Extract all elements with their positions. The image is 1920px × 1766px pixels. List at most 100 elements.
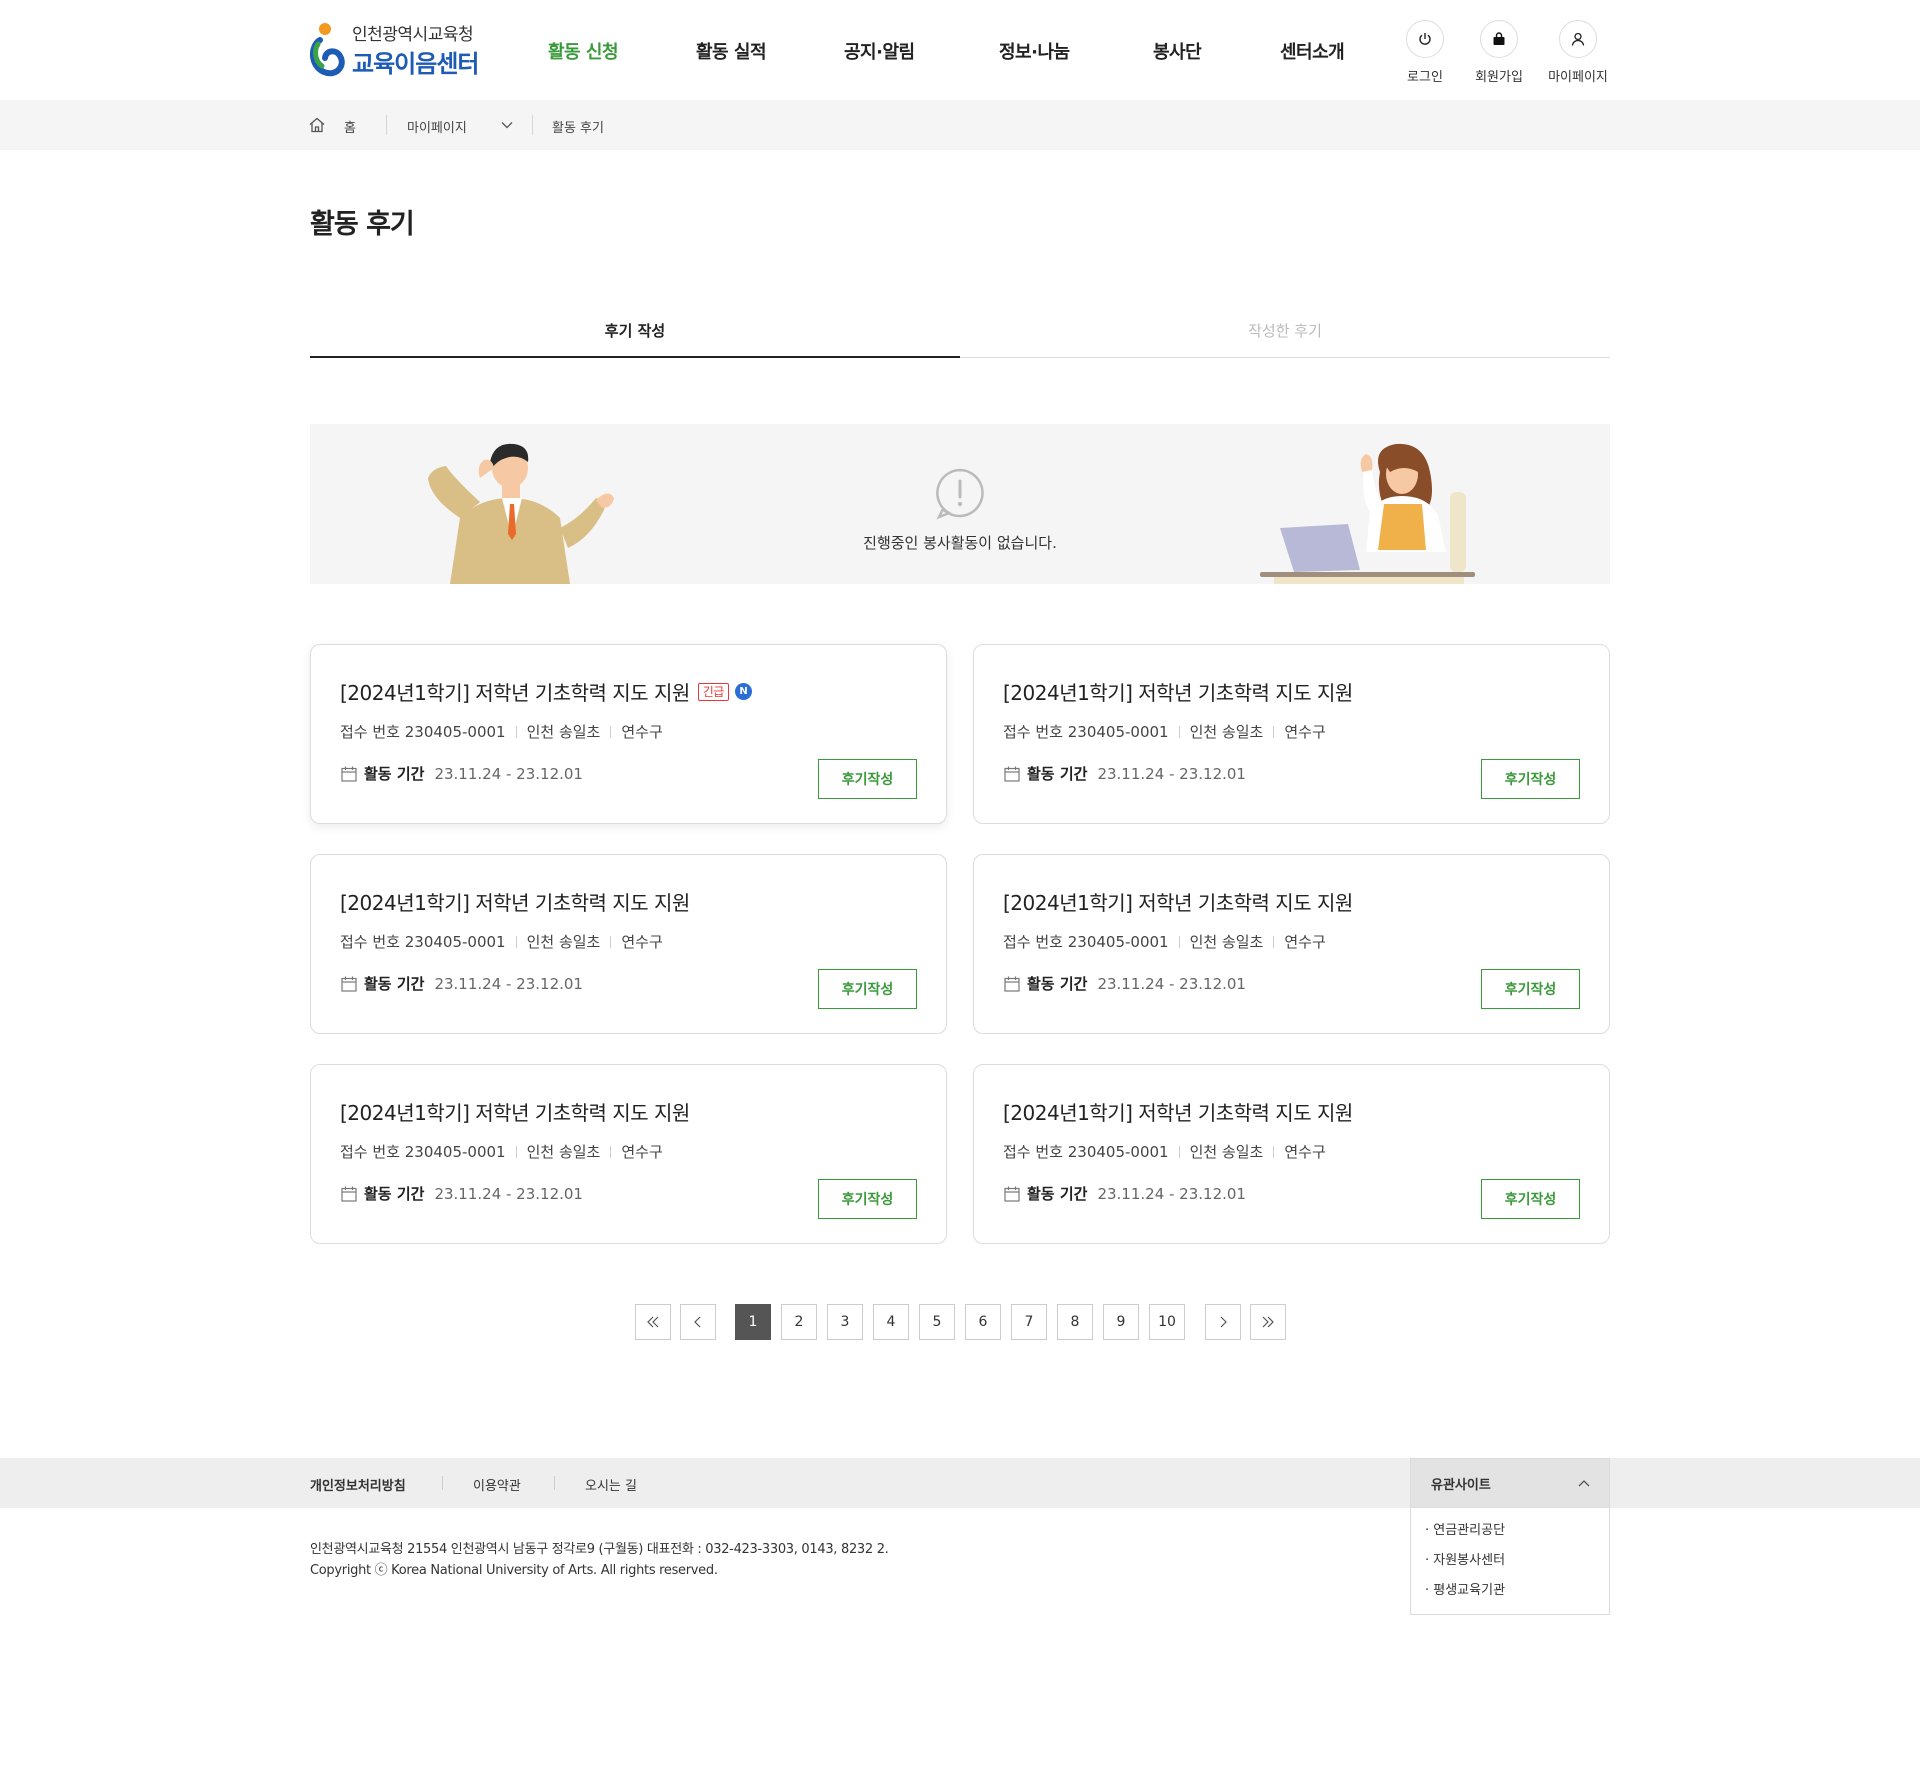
activity-card: [2024년1학기] 저학년 기초학력 지도 지원 접수 번호 230405-0… xyxy=(310,1064,947,1244)
write-review-button[interactable]: 후기작성 xyxy=(818,969,917,1009)
meta-divider xyxy=(515,935,517,948)
calendar-icon xyxy=(1004,766,1020,782)
page-button[interactable]: 1 xyxy=(735,1304,771,1340)
family-sites-toggle[interactable]: 유관사이트 xyxy=(1410,1458,1610,1508)
write-review-button[interactable]: 후기작성 xyxy=(818,759,917,799)
login-label: 로그인 xyxy=(1407,70,1443,85)
period-label: 활동 기간 xyxy=(364,975,425,993)
card-title: [2024년1학기] 저학년 기초학력 지도 지원 xyxy=(1003,891,1353,915)
nav-activity-apply[interactable]: 활동 신청 xyxy=(548,38,619,64)
next-page-button[interactable] xyxy=(1205,1304,1241,1340)
page-button[interactable]: 2 xyxy=(781,1304,817,1340)
school-name: 인천 송일초 xyxy=(526,723,601,741)
meta-divider xyxy=(1273,1145,1275,1158)
double-chevron-right-icon xyxy=(1262,1316,1274,1328)
school-name: 인천 송일초 xyxy=(1189,723,1264,741)
page-button[interactable]: 4 xyxy=(873,1304,909,1340)
receipt-number: 접수 번호 230405-0001 xyxy=(1003,933,1169,951)
breadcrumb-mypage[interactable]: 마이페이지 xyxy=(407,117,467,136)
meta-divider xyxy=(1273,935,1275,948)
home-icon[interactable] xyxy=(308,116,326,134)
privacy-policy-link[interactable]: 개인정보처리방침 xyxy=(310,1475,406,1494)
page-button[interactable]: 7 xyxy=(1011,1304,1047,1340)
card-title: [2024년1학기] 저학년 기초학력 지도 지원 xyxy=(340,891,690,915)
family-site-item[interactable]: · 자원봉사센터 xyxy=(1425,1546,1609,1576)
chevron-right-icon xyxy=(1220,1316,1227,1328)
page-button[interactable]: 8 xyxy=(1057,1304,1093,1340)
write-review-button[interactable]: 후기작성 xyxy=(1481,1179,1580,1219)
period-label: 활동 기간 xyxy=(364,765,425,783)
mypage-label: 마이페이지 xyxy=(1548,70,1608,85)
nav-activity-record[interactable]: 활동 실적 xyxy=(696,38,767,64)
page-button[interactable]: 5 xyxy=(919,1304,955,1340)
last-page-button[interactable] xyxy=(1250,1304,1286,1340)
card-title: [2024년1학기] 저학년 기초학력 지도 지원 xyxy=(340,681,690,705)
page-button[interactable]: 10 xyxy=(1149,1304,1185,1340)
card-title-row: [2024년1학기] 저학년 기초학력 지도 지원 xyxy=(1003,1097,1353,1126)
nav-center-intro[interactable]: 센터소개 xyxy=(1280,38,1345,64)
district-name: 연수구 xyxy=(621,933,663,951)
period-label: 활동 기간 xyxy=(364,1185,425,1203)
logo-org-name: 인천광역시교육청 xyxy=(352,25,474,45)
card-title: [2024년1학기] 저학년 기초학력 지도 지원 xyxy=(1003,681,1353,705)
period-label: 활동 기간 xyxy=(1027,765,1088,783)
exclamation-icon xyxy=(936,468,984,520)
card-meta: 접수 번호 230405-0001 인천 송일초 연수구 xyxy=(1003,931,1326,952)
prev-page-button[interactable] xyxy=(680,1304,716,1340)
family-site-item[interactable]: · 평생교육기관 xyxy=(1425,1576,1609,1606)
card-title: [2024년1학기] 저학년 기초학력 지도 지원 xyxy=(1003,1101,1353,1125)
terms-link[interactable]: 이용약관 xyxy=(473,1475,521,1494)
urgent-badge: 긴급 xyxy=(697,682,729,701)
breadcrumb-divider xyxy=(532,115,533,135)
logo-center-name: 교육이음센터 xyxy=(352,50,479,78)
family-sites-title: 유관사이트 xyxy=(1431,1477,1491,1493)
mypage-button[interactable]: 마이페이지 xyxy=(1543,20,1613,85)
breadcrumb-current: 활동 후기 xyxy=(552,121,604,136)
receipt-number: 접수 번호 230405-0001 xyxy=(340,1143,506,1161)
page-button[interactable]: 3 xyxy=(827,1304,863,1340)
receipt-number: 접수 번호 230405-0001 xyxy=(340,933,506,951)
meta-divider xyxy=(610,935,612,948)
nav-notice[interactable]: 공지·알림 xyxy=(844,38,915,64)
signup-button[interactable]: 회원가입 xyxy=(1464,20,1534,85)
activity-card: [2024년1학기] 저학년 기초학력 지도 지원 접수 번호 230405-0… xyxy=(973,1064,1610,1244)
meta-divider xyxy=(515,725,517,738)
calendar-icon xyxy=(1004,976,1020,992)
calendar-icon xyxy=(1004,1186,1020,1202)
meta-divider xyxy=(515,1145,517,1158)
chevron-up-icon xyxy=(1578,1480,1590,1487)
nav-info-share[interactable]: 정보·나눔 xyxy=(999,38,1070,64)
meta-divider xyxy=(1178,725,1180,738)
double-chevron-left-icon xyxy=(647,1316,659,1328)
directions-link[interactable]: 오시는 길 xyxy=(585,1475,637,1494)
card-period: 활동 기간 23.11.24 - 23.12.01 xyxy=(1003,763,1246,784)
period-value: 23.11.24 - 23.12.01 xyxy=(1097,764,1246,783)
calendar-icon xyxy=(341,1186,357,1202)
chevron-down-icon[interactable] xyxy=(500,119,514,131)
period-value: 23.11.24 - 23.12.01 xyxy=(1097,1184,1246,1203)
login-button[interactable]: 로그인 xyxy=(1390,20,1460,85)
power-icon xyxy=(1406,20,1444,58)
write-review-button[interactable]: 후기작성 xyxy=(1481,969,1580,1009)
site-logo[interactable]: 인천광역시교육청 교육이음센터 xyxy=(308,18,490,80)
district-name: 연수구 xyxy=(1284,1143,1326,1161)
tab-write-review[interactable]: 후기 작성 xyxy=(310,300,960,358)
breadcrumb-divider xyxy=(386,115,387,135)
woman-illustration xyxy=(1260,443,1475,584)
activity-card: [2024년1학기] 저학년 기초학력 지도 지원 접수 번호 230405-0… xyxy=(973,644,1610,824)
breadcrumb-home[interactable]: 홈 xyxy=(344,117,356,136)
footer-copyright: Copyright ⓒ Korea National University of… xyxy=(310,1563,718,1578)
write-review-button[interactable]: 후기작성 xyxy=(818,1179,917,1219)
meta-divider xyxy=(1178,1145,1180,1158)
meta-divider xyxy=(1178,935,1180,948)
nav-volunteer-group[interactable]: 봉사단 xyxy=(1153,38,1202,64)
page-button[interactable]: 6 xyxy=(965,1304,1001,1340)
tab-written-reviews[interactable]: 작성한 후기 xyxy=(960,300,1610,358)
school-name: 인천 송일초 xyxy=(526,1143,601,1161)
first-page-button[interactable] xyxy=(635,1304,671,1340)
family-site-item[interactable]: · 연금관리공단 xyxy=(1425,1516,1609,1546)
page-button[interactable]: 9 xyxy=(1103,1304,1139,1340)
write-review-button[interactable]: 후기작성 xyxy=(1481,759,1580,799)
receipt-number: 접수 번호 230405-0001 xyxy=(1003,1143,1169,1161)
card-title-row: [2024년1학기] 저학년 기초학력 지도 지원 xyxy=(1003,887,1353,916)
